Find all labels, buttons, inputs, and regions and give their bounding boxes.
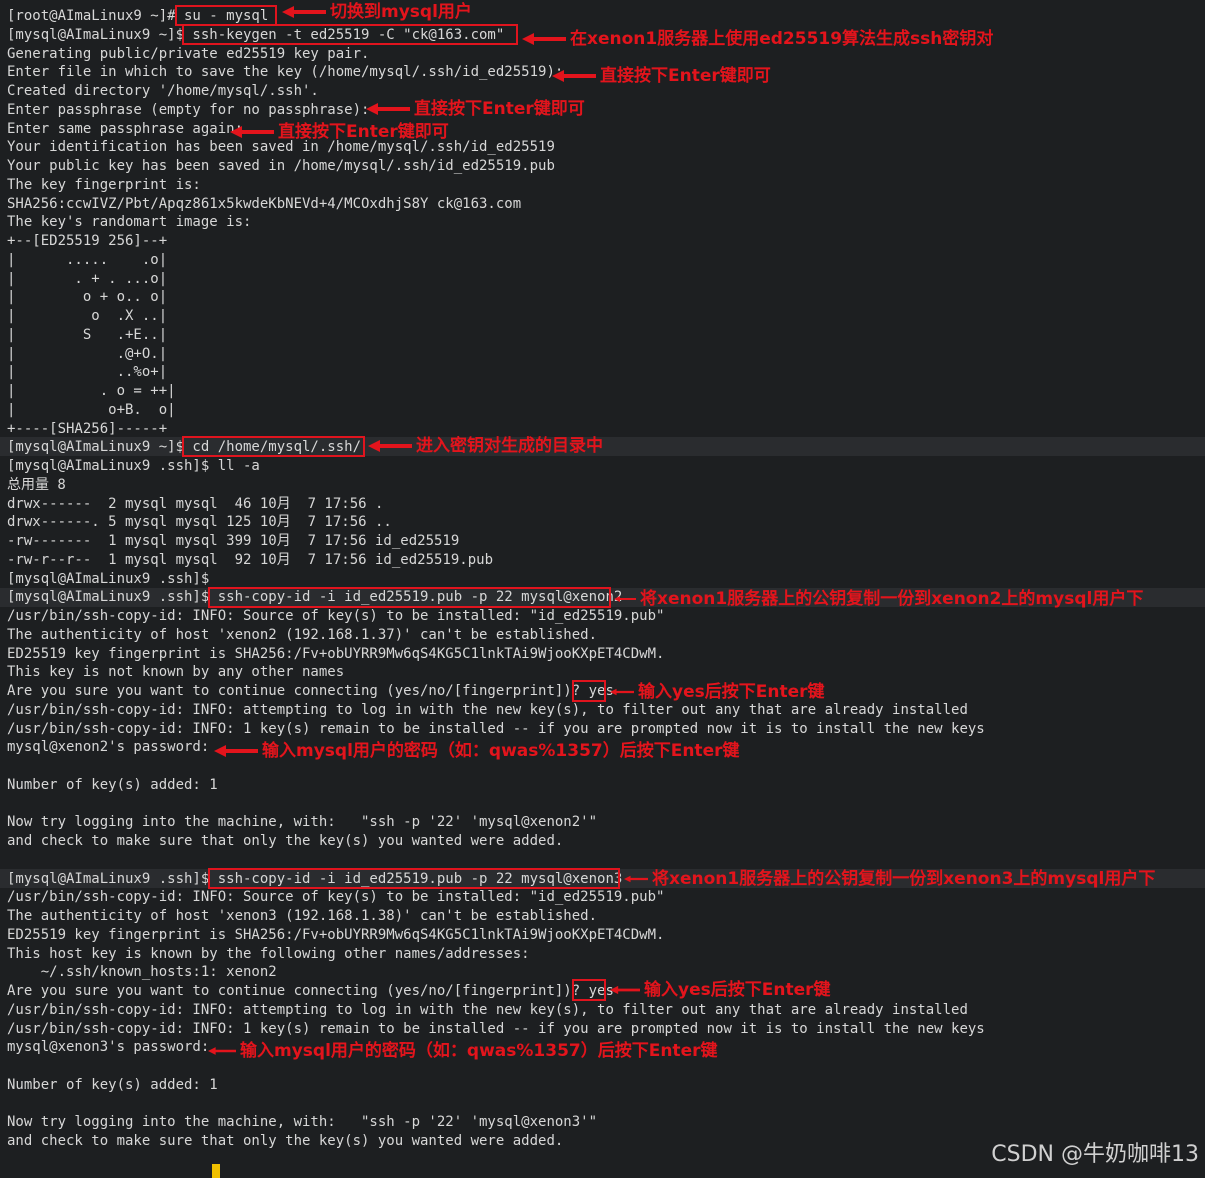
terminal-line: Enter same passphrase again: [7,120,244,137]
highlight-box-yes-xenon3 [572,979,606,1001]
highlight-box-cd [182,436,365,457]
terminal-line: The key fingerprint is: [7,176,201,193]
terminal-line: Number of key(s) added: 1 [7,776,218,793]
left-arrow-icon [368,440,412,452]
terminal-line: mysql@xenon3's password: [7,1039,210,1056]
terminal-line: Enter passphrase (empty for no passphras… [7,101,370,118]
highlight-box-copy-xenon2 [208,587,611,608]
terminal-line: The authenticity of host 'xenon2 (192.16… [7,626,598,643]
terminal-line: The authenticity of host 'xenon3 (192.16… [7,908,598,924]
terminal-line: Your public key has been saved in /home/… [7,158,555,174]
left-arrow-icon [208,1047,236,1055]
prompt-cursor-line[interactable] [7,1164,220,1178]
terminal-line: | S .+E..| [7,326,168,343]
terminal-line: Generating public/private ed25519 key pa… [7,45,370,62]
terminal-line: | . + . ...o| [7,270,168,287]
annotation-yes-xenon3: 输入yes后按下Enter键 [610,980,831,1000]
terminal-line: | o+B. o| [7,401,176,418]
terminal-line: Are you sure you want to continue connec… [7,683,614,699]
annotation-enter-again: 直接按下Enter键即可 [230,122,449,142]
left-arrow-icon [610,688,634,696]
terminal-line: Enter file in which to save the key (/ho… [7,64,564,81]
left-arrow-icon [214,745,258,757]
terminal-line: /usr/bin/ssh-copy-id: INFO: Source of ke… [7,889,665,906]
terminal-line: /usr/bin/ssh-copy-id: INFO: Source of ke… [7,608,665,624]
terminal-line: | .@+O.| [7,345,168,362]
terminal-line: ED25519 key fingerprint is SHA256:/Fv+ob… [7,926,665,943]
annotation-keygen: 在xenon1服务器上使用ed25519算法生成ssh密钥对 [522,29,993,49]
left-arrow-icon [552,70,596,82]
terminal-line: drwx------ 2 mysql mysql 46 10月 7 17:56 … [7,495,384,512]
annotation-copy-xenon3: 将xenon1服务器上的公钥复制一份到xenon3上的mysql用户下 [624,869,1155,889]
terminal-line: Number of key(s) added: 1 [7,1076,218,1093]
annotation-cd-dir: 进入密钥对生成的目录中 [368,436,603,456]
highlight-box-keygen [182,24,518,45]
annotation-password-xenon2: 输入mysql用户的密码（如：qwas%1357）后按下Enter键 [214,741,739,761]
terminal-line: /usr/bin/ssh-copy-id: INFO: 1 key(s) rem… [7,720,985,737]
left-arrow-icon [610,985,640,995]
terminal-line: | ..%o+| [7,364,168,381]
terminal-line: +----[SHA256]-----+ [7,420,168,437]
left-arrow-icon [282,6,326,18]
terminal-cursor [212,1164,220,1178]
annotation-yes-xenon2: 输入yes后按下Enter键 [610,682,825,702]
terminal-line: | ..... .o| [7,251,168,268]
left-arrow-icon [624,875,648,883]
terminal-window[interactable]: [root@AImaLinux9 ~]# su - mysql [mysql@AI… [0,0,1205,1178]
annotation-password-xenon3: 输入mysql用户的密码（如：qwas%1357）后按下Enter键 [208,1041,717,1061]
terminal-line: | o .X ..| [7,308,168,324]
terminal-line: The key's randomart image is: [7,214,252,231]
terminal-line: and check to make sure that only the key… [7,833,564,849]
terminal-line: 总用量 8 [7,476,66,493]
highlight-box-su [175,5,277,26]
terminal-line: ED25519 key fingerprint is SHA256:/Fv+ob… [7,645,665,662]
terminal-line: +--[ED25519 256]--+ [7,233,168,249]
terminal-line: ~/.ssh/known_hosts:1: xenon2 [7,964,277,981]
left-arrow-icon [614,596,636,602]
terminal-line: This key is not known by any other names [7,664,345,681]
terminal-line: [mysql@AImaLinux9 .ssh]$ ll -a [7,458,260,474]
terminal-line: This host key is known by the following … [7,945,530,962]
terminal-line: Created directory '/home/mysql/.ssh'. [7,83,319,99]
terminal-line: [mysql@AImaLinux9 .ssh]$ [7,570,210,587]
annotation-enter-file: 直接按下Enter键即可 [552,66,771,86]
terminal-line: mysql@xenon2's password: [7,739,210,756]
annotation-copy-xenon2: 将xenon1服务器上的公钥复制一份到xenon2上的mysql用户下 [614,589,1143,609]
annotation-enter-passphrase: 直接按下Enter键即可 [366,99,585,119]
highlight-box-yes-xenon2 [572,680,606,702]
terminal-line: and check to make sure that only the key… [7,1133,564,1149]
highlight-box-copy-xenon3 [208,868,620,889]
terminal-line: drwx------. 5 mysql mysql 125 10月 7 17:5… [7,514,392,531]
terminal-line: /usr/bin/ssh-copy-id: INFO: attempting t… [7,1001,968,1018]
terminal-line: Are you sure you want to continue connec… [7,983,614,999]
terminal-line: -rw------- 1 mysql mysql 399 10月 7 17:56… [7,533,460,549]
terminal-line: | . o = ++| [7,383,176,399]
terminal-line: Now try logging into the machine, with: … [7,1114,598,1131]
annotation-su-mysql: 切换到mysql用户 [282,2,472,22]
terminal-line: Now try logging into the machine, with: … [7,814,598,831]
left-arrow-icon [522,33,566,45]
terminal-line: | o + o.. o| [7,289,168,306]
terminal-line: /usr/bin/ssh-copy-id: INFO: attempting t… [7,701,968,718]
left-arrow-icon [230,126,274,138]
terminal-line: /usr/bin/ssh-copy-id: INFO: 1 key(s) rem… [7,1020,985,1037]
left-arrow-icon [366,103,410,115]
terminal-line: SHA256:ccwIVZ/Pbt/Apqz861x5kwdeKbNEVd+4/… [7,195,522,212]
watermark: CSDN @牛奶咖啡13 [991,1142,1199,1167]
terminal-line: -rw-r--r-- 1 mysql mysql 92 10月 7 17:56 … [7,551,494,568]
